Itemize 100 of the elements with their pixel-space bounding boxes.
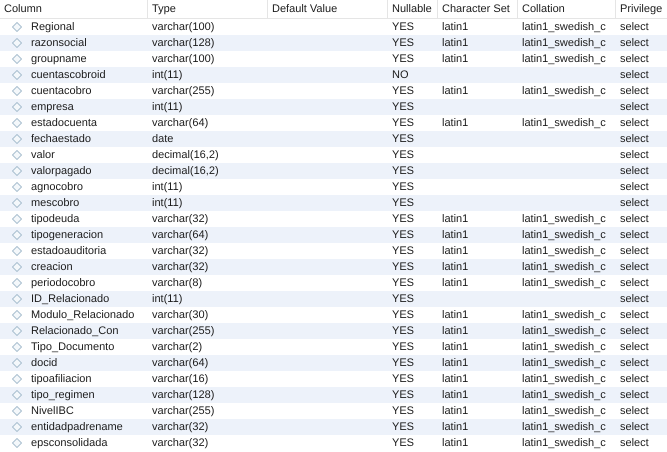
column-header[interactable]: Privilege: [616, 0, 667, 19]
table-cell: varchar(64): [152, 357, 208, 369]
table-cell: YES: [392, 309, 414, 321]
column-name: empresa: [31, 100, 74, 115]
table-cell: latin1: [442, 229, 468, 241]
table-cell: varchar(32): [152, 421, 208, 433]
table-cell: latin1_swedish_c: [522, 341, 606, 353]
table-cell: latin1: [442, 341, 468, 353]
table-cell: select: [620, 229, 649, 241]
table-cell: YES: [392, 341, 414, 353]
table-cell: YES: [392, 405, 414, 417]
column-name: estadoauditoria: [31, 244, 106, 259]
table-cell: select: [620, 69, 649, 81]
table-cell: select: [620, 421, 649, 433]
column-name: tipo_regimen: [31, 388, 95, 403]
table-cell: latin1_swedish_c: [522, 421, 606, 433]
table-cell: varchar(16): [152, 373, 208, 385]
table-cell: latin1: [442, 213, 468, 225]
table-cell: int(11): [152, 69, 182, 81]
table-cell: varchar(32): [152, 245, 208, 257]
table-cell: YES: [392, 421, 414, 433]
table-cell: latin1: [442, 389, 468, 401]
table-cell: latin1: [442, 309, 468, 321]
table-cell: YES: [392, 181, 414, 193]
table-cell: int(11): [152, 197, 182, 209]
table-cell: select: [620, 341, 649, 353]
table-cell: select: [620, 261, 649, 273]
table-cell: select: [620, 405, 649, 417]
table-cell: select: [620, 101, 649, 113]
table-cell: latin1_swedish_c: [522, 85, 606, 97]
table-cell: select: [620, 437, 649, 449]
table-cell: latin1_swedish_c: [522, 261, 606, 273]
table-cell: latin1_swedish_c: [522, 389, 606, 401]
column-name: tipodeuda: [31, 212, 80, 227]
table-cell: YES: [392, 149, 414, 161]
column-name: Modulo_Relacionado: [31, 308, 134, 323]
table-cell: YES: [392, 437, 414, 449]
table-cell: YES: [392, 117, 414, 129]
table-cell: select: [620, 373, 649, 385]
column-name: estadocuenta: [31, 116, 98, 131]
table-cell: select: [620, 245, 649, 257]
table-cell: int(11): [152, 181, 182, 193]
table-cell: varchar(64): [152, 117, 208, 129]
table-cell: YES: [392, 101, 414, 113]
table-cell: YES: [392, 53, 414, 65]
column-name: cuentacobro: [31, 84, 92, 99]
table-cell: latin1_swedish_c: [522, 277, 606, 289]
table-cell: select: [620, 309, 649, 321]
table-cell: select: [620, 389, 649, 401]
table-cell: select: [620, 149, 649, 161]
table-cell: latin1_swedish_c: [522, 437, 606, 449]
table-cell: decimal(16,2): [152, 165, 219, 177]
table-cell: varchar(255): [152, 325, 214, 337]
column-name: docid: [31, 356, 58, 371]
table-cell: decimal(16,2): [152, 149, 219, 161]
column-name: agnocobro: [31, 180, 83, 195]
table-cell: latin1: [442, 37, 468, 49]
column-name: Relacionado_Con: [31, 324, 118, 339]
table-cell: YES: [392, 325, 414, 337]
column-name: valorpagado: [31, 164, 92, 179]
table-cell: YES: [392, 277, 414, 289]
table-cell: int(11): [152, 101, 182, 113]
table-cell: latin1: [442, 85, 468, 97]
table-cell: varchar(32): [152, 213, 208, 225]
table-cell: varchar(2): [152, 341, 202, 353]
column-name: ID_Relacionado: [31, 292, 110, 307]
table-cell: YES: [392, 21, 414, 33]
table-cell: latin1: [442, 357, 468, 369]
table-cell: varchar(32): [152, 261, 208, 273]
table-cell: latin1_swedish_c: [522, 373, 606, 385]
table-cell: latin1_swedish_c: [522, 21, 606, 33]
table-cell: latin1_swedish_c: [522, 309, 606, 321]
column-name: NivelIBC: [31, 404, 74, 419]
column-name: periodocobro: [31, 276, 96, 291]
table-cell: latin1_swedish_c: [522, 357, 606, 369]
table-cell: latin1_swedish_c: [522, 245, 606, 257]
table-cell: latin1: [442, 117, 468, 129]
table-cell: latin1_swedish_c: [522, 213, 606, 225]
table-cell: YES: [392, 293, 414, 305]
table-cell: latin1: [442, 405, 468, 417]
table-cell: YES: [392, 261, 414, 273]
table-cell: varchar(128): [152, 37, 214, 49]
table-cell: latin1: [442, 277, 468, 289]
table-cell: YES: [392, 133, 414, 145]
table-cell: select: [620, 133, 649, 145]
table-cell: YES: [392, 373, 414, 385]
table-cell: varchar(255): [152, 85, 214, 97]
table-cell: select: [620, 277, 649, 289]
table-cell: varchar(8): [152, 277, 202, 289]
table-cell: select: [620, 165, 649, 177]
table-cell: select: [620, 181, 649, 193]
table-cell: latin1_swedish_c: [522, 117, 606, 129]
table-cell: latin1: [442, 373, 468, 385]
table-cell: varchar(100): [152, 53, 214, 65]
column-name: fechaestado: [31, 132, 91, 147]
table-cell: varchar(64): [152, 229, 208, 241]
table-cell: latin1: [442, 325, 468, 337]
table-cell: latin1_swedish_c: [522, 325, 606, 337]
table-cell: latin1: [442, 245, 468, 257]
table-cell: NO: [392, 69, 408, 81]
